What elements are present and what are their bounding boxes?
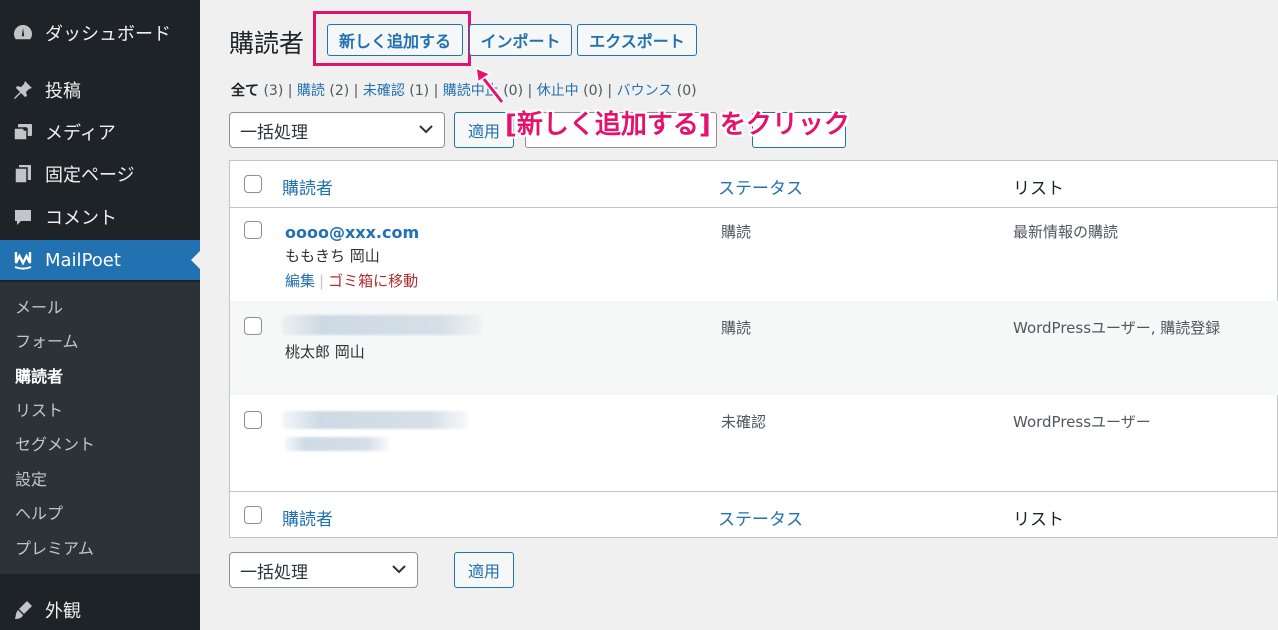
- filter-all[interactable]: 全て: [231, 83, 259, 99]
- blurred-name: [285, 437, 389, 451]
- row-actions: 編集 | ゴミ箱に移動: [285, 272, 419, 290]
- subscriber-name: 桃太郎 岡山: [285, 343, 365, 361]
- subscriber-lists: WordPressユーザー: [1013, 413, 1151, 431]
- filter-inactive[interactable]: 休止中: [537, 83, 579, 99]
- filter-bounced[interactable]: バウンス: [617, 83, 673, 99]
- trash-link[interactable]: ゴミ箱に移動: [328, 272, 418, 290]
- menu-label: 外観: [45, 601, 81, 622]
- page-icon: [11, 162, 35, 186]
- submenu-segments[interactable]: セグメント: [15, 433, 95, 457]
- chevron-down-icon: [392, 565, 406, 574]
- column-subscriber[interactable]: 購読者: [282, 174, 333, 199]
- menu-label: コメント: [45, 208, 117, 229]
- table-header: 購読者 ステータス リスト: [230, 161, 1278, 208]
- column-status[interactable]: ステータス: [718, 505, 803, 530]
- menu-label: MailPoet: [45, 249, 121, 271]
- status-filters: 全て (3) | 購読 (2) | 未確認 (1) | 購読中止 (0) | 休…: [231, 83, 697, 99]
- menu-dashboard[interactable]: ダッシュボード: [0, 13, 200, 53]
- submenu-subscribers[interactable]: 購読者: [15, 365, 63, 389]
- menu-mailpoet[interactable]: MailPoet: [0, 240, 200, 280]
- mailpoet-icon: [11, 248, 35, 272]
- subscriber-email-link[interactable]: oooo@xxx.com: [285, 223, 419, 242]
- admin-sidebar: ダッシュボード 投稿 メディア 固定ページ コメント MailPoet メール …: [0, 0, 200, 630]
- submenu-lists[interactable]: リスト: [15, 399, 63, 423]
- bulk-action-select-bottom[interactable]: 一括処理: [229, 552, 418, 588]
- select-all-checkbox-footer[interactable]: [244, 506, 262, 524]
- row-checkbox[interactable]: [244, 411, 262, 429]
- menu-label: メディア: [45, 123, 116, 144]
- pin-icon: [11, 78, 35, 102]
- column-lists: リスト: [1013, 510, 1064, 530]
- mailpoet-submenu: メール フォーム 購読者 リスト セグメント 設定 ヘルプ プレミアム: [0, 282, 200, 574]
- page-title: 購読者: [229, 29, 305, 58]
- blurred-email[interactable]: [282, 411, 468, 429]
- subscriber-lists: 最新情報の購読: [1013, 223, 1119, 241]
- row-checkbox[interactable]: [244, 317, 262, 335]
- export-button[interactable]: エクスポート: [577, 24, 697, 56]
- subscriber-name: ももきち 岡山: [285, 247, 380, 265]
- menu-posts[interactable]: 投稿: [0, 70, 200, 110]
- submenu-settings[interactable]: 設定: [15, 468, 47, 492]
- menu-pages[interactable]: 固定ページ: [0, 154, 200, 194]
- bulk-action-select-top[interactable]: 一括処理: [229, 112, 445, 148]
- submenu-help[interactable]: ヘルプ: [15, 502, 63, 526]
- subscriber-lists: WordPressユーザー, 購読登録: [1013, 319, 1221, 337]
- submenu-emails[interactable]: メール: [15, 296, 63, 320]
- menu-label: ダッシュボード: [45, 24, 171, 45]
- menu-appearance[interactable]: 外観: [0, 590, 200, 630]
- column-subscriber[interactable]: 購読者: [282, 505, 333, 530]
- dashboard-icon: [11, 21, 35, 45]
- table-footer: 購読者 ステータス リスト: [230, 491, 1278, 538]
- chevron-down-icon: [419, 125, 433, 134]
- menu-label: 固定ページ: [45, 165, 135, 186]
- subscriber-status: 購読: [721, 319, 752, 337]
- subscribers-table: 購読者 ステータス リスト oooo@xxx.com ももきち 岡山 編集 | ゴミ…: [229, 160, 1278, 538]
- subscriber-status: 購読: [721, 223, 752, 241]
- highlight-box: [313, 11, 471, 66]
- submenu-premium[interactable]: プレミアム: [15, 537, 94, 561]
- media-icon: [11, 120, 35, 144]
- blurred-email[interactable]: [282, 315, 482, 335]
- menu-comments[interactable]: コメント: [0, 197, 200, 237]
- filter-subscribed[interactable]: 購読: [297, 83, 325, 99]
- edit-link[interactable]: 編集: [285, 272, 315, 290]
- menu-media[interactable]: メディア: [0, 112, 200, 152]
- column-status[interactable]: ステータス: [718, 174, 803, 199]
- filter-unconfirmed[interactable]: 未確認: [363, 83, 405, 99]
- comment-icon: [11, 205, 35, 229]
- appearance-icon: [11, 598, 35, 622]
- subscriber-status: 未確認: [721, 413, 767, 431]
- annotation-text: [新しく追加する] をクリック: [505, 110, 850, 140]
- menu-label: 投稿: [45, 81, 81, 102]
- row-checkbox[interactable]: [244, 221, 262, 239]
- table-row: oooo@xxx.com ももきち 岡山 編集 | ゴミ箱に移動 購読 最新情報の購…: [230, 207, 1278, 301]
- pointer-arrow-icon: [475, 66, 505, 104]
- apply-button-bottom[interactable]: 適用: [454, 552, 514, 588]
- table-row: 桃太郎 岡山 購読 WordPressユーザー, 購読登録: [230, 301, 1278, 395]
- import-button[interactable]: インポート: [469, 24, 572, 56]
- submenu-forms[interactable]: フォーム: [15, 330, 79, 354]
- select-all-checkbox[interactable]: [244, 175, 262, 193]
- column-lists: リスト: [1013, 179, 1064, 199]
- table-row: 未確認 WordPressユーザー: [230, 395, 1278, 489]
